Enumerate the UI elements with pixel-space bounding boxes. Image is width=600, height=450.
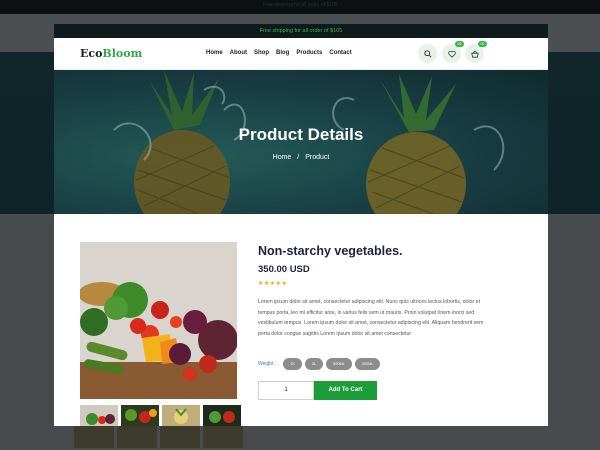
- page-banner: Product Details Home / Product: [54, 70, 548, 214]
- thumbnail-3[interactable]: [162, 405, 200, 426]
- thumbnail-2[interactable]: [121, 405, 159, 426]
- thumbnail-strip: [80, 405, 241, 426]
- background-thumbnails: [74, 426, 243, 448]
- page-title: Product Details: [238, 125, 364, 144]
- weight-option-2l[interactable]: 2L: [304, 358, 324, 370]
- promo-bar: Free shipping for all order of $105: [54, 24, 548, 38]
- logo-suffix: Bloom: [102, 47, 143, 60]
- basket-icon: [470, 50, 479, 58]
- product-description: Lorem ipsum dolor sit amet, consectetur …: [258, 299, 484, 337]
- heart-icon: [447, 50, 456, 58]
- weight-option-1k[interactable]: 1K: [283, 358, 302, 370]
- quick-view-window: Free shipping for all order of $105 EcoB…: [54, 24, 548, 426]
- vegetables-image: [80, 242, 237, 399]
- thumbnail-1[interactable]: [80, 405, 118, 426]
- menu-contact[interactable]: Contact: [329, 50, 351, 56]
- menu-products[interactable]: Products: [296, 50, 322, 56]
- menu-blog[interactable]: Blog: [276, 50, 289, 56]
- rating-stars: ★★★★★: [258, 281, 288, 287]
- wishlist-button[interactable]: 06: [442, 41, 464, 63]
- breadcrumb-home[interactable]: Home: [273, 154, 292, 161]
- product-main-image: [80, 242, 237, 399]
- search-icon: [423, 49, 432, 58]
- product-title: Non-starchy vegetables.: [258, 244, 403, 258]
- menu-shop[interactable]: Shop: [254, 50, 269, 56]
- weight-option-300ml[interactable]: 300ML: [354, 358, 381, 370]
- main-menu: Home About Shop Blog Products Contact: [206, 50, 352, 56]
- product-price: 350.00 USD: [258, 264, 310, 275]
- logo-prefix: Eco: [80, 47, 103, 60]
- breadcrumb-current: Product: [305, 154, 330, 161]
- thumbnail-image: [121, 405, 159, 426]
- weight-label: Weight :: [258, 361, 277, 367]
- thumbnail-image: [203, 405, 241, 426]
- menu-about[interactable]: About: [230, 50, 247, 56]
- cart-button[interactable]: 02: [465, 41, 487, 63]
- thumbnail-4[interactable]: [203, 405, 241, 426]
- thumbnail-image: [162, 405, 200, 426]
- background-topbar-text: Free shipping for all order of $105: [262, 2, 338, 8]
- search-button[interactable]: [418, 44, 437, 63]
- navbar: EcoBloom Home About Shop Blog Products C…: [54, 38, 548, 70]
- menu-home[interactable]: Home: [206, 50, 223, 56]
- breadcrumb-separator: /: [297, 154, 300, 161]
- quantity-input[interactable]: 1: [258, 381, 314, 400]
- add-to-cart-button[interactable]: Add To Cart: [314, 381, 377, 400]
- background-topbar: Free shipping for all order of $105: [0, 0, 600, 14]
- weight-selector: Weight : 1K 2L 500ML 300ML: [258, 358, 381, 370]
- weight-option-500ml[interactable]: 500ML: [326, 358, 352, 370]
- thumbnail-image: [80, 405, 118, 426]
- cart-count-badge: 02: [478, 41, 487, 47]
- logo[interactable]: EcoBloom: [80, 47, 142, 60]
- breadcrumb: Home / Product: [54, 154, 548, 161]
- wishlist-count-badge: 06: [455, 41, 464, 47]
